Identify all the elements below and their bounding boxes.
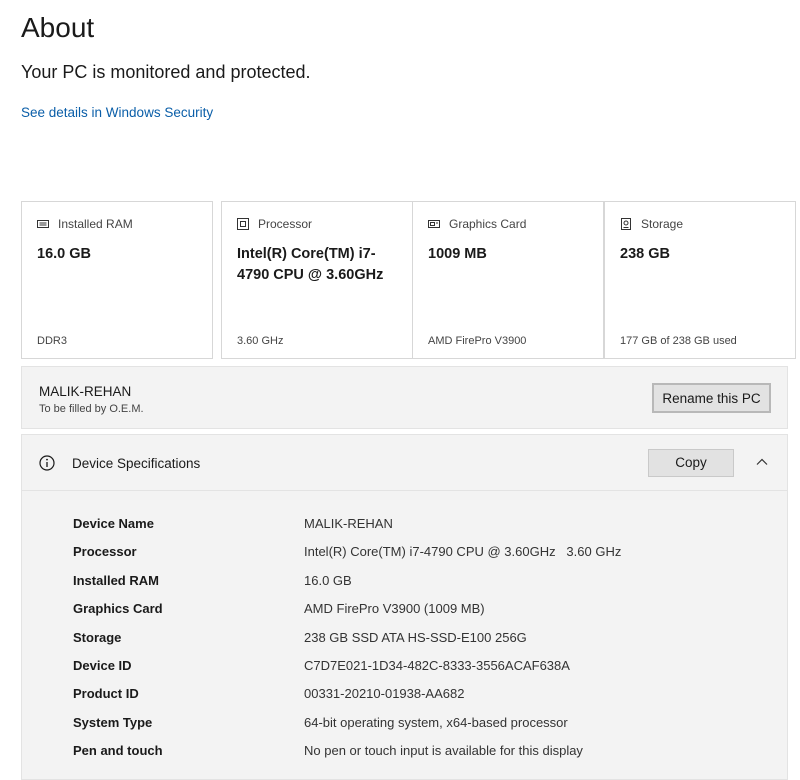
spec-value: 64-bit operating system, x64-based proce… <box>304 715 568 730</box>
spec-key: Installed RAM <box>73 573 159 588</box>
spec-value: Intel(R) Core(TM) i7-4790 CPU @ 3.60GHz … <box>304 544 622 559</box>
card-subtext: DDR3 <box>37 335 67 347</box>
chevron-up-icon[interactable] <box>755 455 769 469</box>
spec-value: 00331-20210-01938-AA682 <box>304 686 465 701</box>
spec-row-installed-ram: Installed RAM 16.0 GB <box>73 573 773 593</box>
spec-value: MALIK-REHAN <box>304 516 393 531</box>
spec-key: Processor <box>73 544 137 559</box>
storage-icon <box>621 218 631 230</box>
pc-name: MALIK-REHAN <box>39 384 132 399</box>
device-summary-cards: Installed RAM 16.0 GB DDR3 Processor Int… <box>21 201 796 359</box>
card-subtext: 3.60 GHz <box>237 335 284 347</box>
card-subtext: AMD FirePro V3900 <box>428 335 527 347</box>
pc-name-panel: MALIK-REHAN To be filled by O.E.M. Renam… <box>21 366 788 429</box>
spec-row-pen-and-touch: Pen and touch No pen or touch input is a… <box>73 743 773 763</box>
ram-icon <box>37 220 49 228</box>
spec-row-processor: Processor Intel(R) Core(TM) i7-4790 CPU … <box>73 544 773 564</box>
spec-row-product-id: Product ID 00331-20210-01938-AA682 <box>73 686 773 706</box>
spec-key: System Type <box>73 715 153 730</box>
page-title: About <box>21 12 95 43</box>
spec-key: Product ID <box>73 686 139 701</box>
processor-icon <box>237 218 249 230</box>
device-specifications-header[interactable]: Device Specifications Copy <box>22 435 787 491</box>
device-specifications-title: Device Specifications <box>72 456 201 471</box>
spec-key: Device ID <box>73 658 132 673</box>
card-label: Processor <box>258 217 313 231</box>
spec-row-storage: Storage 238 GB SSD ATA HS-SSD-E100 256G <box>73 630 773 650</box>
spec-value: C7D7E021-1D34-482C-8333-3556ACAF638A <box>304 658 570 673</box>
copy-button[interactable]: Copy <box>648 449 734 477</box>
spec-value: 16.0 GB <box>304 573 352 588</box>
spec-value: AMD FirePro V3900 (1009 MB) <box>304 601 485 616</box>
spec-row-system-type: System Type 64-bit operating system, x64… <box>73 715 773 735</box>
card-label: Installed RAM <box>58 217 133 231</box>
rename-pc-button[interactable]: Rename this PC <box>652 383 771 413</box>
graphics-card-icon <box>428 220 440 228</box>
protection-status-text: Your PC is monitored and protected. <box>21 62 311 82</box>
card-value: 1009 MB <box>428 246 487 262</box>
card-value: Intel(R) Core(TM) i7-4790 CPU @ 3.60GHz <box>237 246 384 283</box>
spec-key: Storage <box>73 630 122 645</box>
spec-key: Pen and touch <box>73 743 163 758</box>
info-icon <box>39 455 55 471</box>
spec-value: 238 GB SSD ATA HS-SSD-E100 256G <box>304 630 527 645</box>
card-value: 16.0 GB <box>37 246 91 262</box>
spec-row-device-name: Device Name MALIK-REHAN <box>73 516 773 536</box>
card-label: Storage <box>641 217 684 231</box>
pc-name-subtitle: To be filled by O.E.M. <box>39 403 144 415</box>
card-subtext: 177 GB of 238 GB used <box>620 335 737 347</box>
spec-value: No pen or touch input is available for t… <box>304 743 583 758</box>
card-installed-ram: Installed RAM 16.0 GB DDR3 <box>21 201 213 359</box>
card-graphics-card: Graphics Card 1009 MB AMD FirePro V3900 <box>412 201 604 359</box>
device-specifications-panel: Device Specifications Copy Device Name M… <box>21 434 788 780</box>
windows-security-link[interactable]: See details in Windows Security <box>21 105 213 120</box>
card-storage: Storage 238 GB 177 GB of 238 GB used <box>604 201 796 359</box>
spec-row-graphics-card: Graphics Card AMD FirePro V3900 (1009 MB… <box>73 601 773 621</box>
card-processor: Processor Intel(R) Core(TM) i7-4790 CPU … <box>221 201 413 359</box>
spec-key: Device Name <box>73 516 154 531</box>
spec-key: Graphics Card <box>73 601 163 616</box>
spec-row-device-id: Device ID C7D7E021-1D34-482C-8333-3556AC… <box>73 658 773 678</box>
card-value: 238 GB <box>620 246 670 262</box>
card-label: Graphics Card <box>449 217 527 231</box>
